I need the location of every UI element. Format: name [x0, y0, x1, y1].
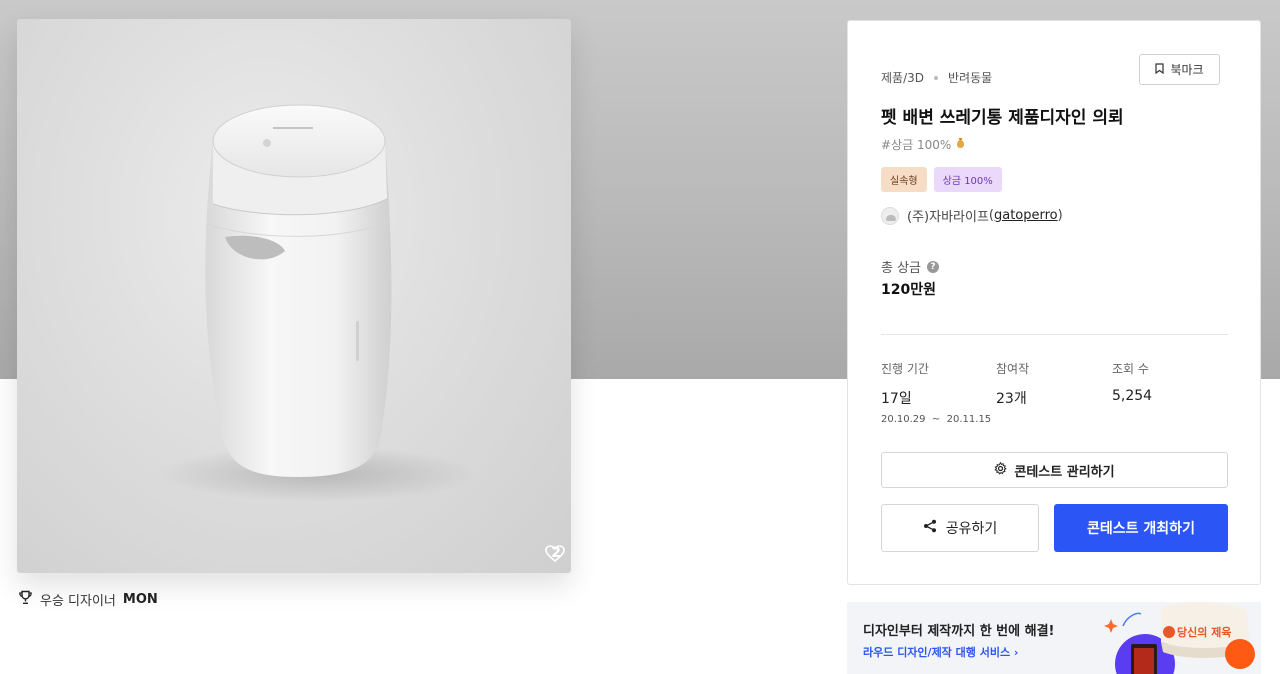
banner-art-text: 당신의 제육: [1177, 625, 1231, 639]
contest-title: 펫 배변 쓰레기통 제품디자인 의뢰: [881, 108, 1124, 128]
gear-icon: [994, 461, 1008, 479]
breadcrumb-separator: [934, 75, 938, 80]
host-company[interactable]: (주)자바라이프 (gatoperro): [881, 206, 1063, 225]
share-button[interactable]: 공유하기: [881, 504, 1039, 552]
stat-period-dates: 20.10.29 ~ 20.11.15: [881, 414, 991, 425]
breadcrumb: 제품/3D 반려동물: [881, 69, 992, 86]
badge-prize: 상금 100%: [933, 167, 1002, 192]
winner-name[interactable]: MON: [123, 592, 158, 607]
period-end: 20.11.15: [946, 414, 992, 425]
stat-views-value: 5,254: [1112, 388, 1153, 404]
banner-link-text: 라우드 디자인/제작 대행 서비스: [863, 646, 1011, 659]
help-icon[interactable]: ?: [927, 260, 940, 273]
banner-link[interactable]: 라우드 디자인/제작 대행 서비스 ›: [863, 644, 1018, 660]
hashtag[interactable]: #상금 100%: [881, 136, 966, 153]
share-icon: [923, 519, 937, 537]
badge-practical: 실속형: [881, 167, 927, 192]
divider: [881, 334, 1228, 335]
company-name: (주)자바라이프: [907, 210, 989, 225]
banner-headline: 디자인부터 제작까지 한 번에 해결!: [863, 624, 1055, 639]
contest-info-panel: 제품/3D 반려동물 북마크 펫 배변 쓰레기통 제품디자인 의뢰 #상금 10…: [847, 20, 1261, 585]
manage-contest-button[interactable]: 콘테스트 관리하기: [881, 452, 1228, 488]
stat-views-label: 조회 수: [1112, 362, 1149, 376]
winner-designer: 우승 디자이너 MON: [18, 590, 158, 609]
hashtag-text: #상금 100%: [881, 138, 952, 152]
period-start: 20.10.29: [881, 414, 926, 425]
stat-views: 조회 수 5,254: [1112, 360, 1152, 404]
bookmark-label: 북마크: [1170, 63, 1204, 77]
product-render: [157, 104, 477, 502]
avatar: [881, 206, 899, 225]
stat-entries-label: 참여작: [996, 362, 1030, 376]
chevron-right-icon: ›: [1013, 646, 1019, 659]
stat-period: 진행 기간 17일 20.10.29 ~ 20.11.15: [881, 360, 991, 425]
subcategory-link[interactable]: 반려동물: [948, 69, 992, 86]
host-contest-button[interactable]: 콘테스트 개최하기: [1054, 504, 1228, 552]
bookmark-button[interactable]: 북마크: [1139, 54, 1220, 85]
product-image[interactable]: 2: [17, 19, 571, 573]
stat-entries-value: 23개: [996, 391, 1027, 407]
company-handle[interactable]: gatoperro: [994, 208, 1058, 223]
category-link[interactable]: 제품/3D: [881, 69, 924, 86]
stat-period-value: 17일: [881, 391, 912, 407]
manage-contest-label: 콘테스트 관리하기: [1014, 464, 1115, 480]
money-bag-icon: [955, 137, 966, 152]
bookmark-icon: [1155, 62, 1165, 77]
period-separator: ~: [931, 414, 941, 425]
winner-label: 우승 디자이너: [40, 594, 116, 609]
like-button[interactable]: 2: [545, 545, 566, 563]
prize-label: 총 상금 ?: [881, 257, 940, 276]
banner-illustration: 당신의 제육: [1104, 602, 1255, 674]
trophy-icon: [18, 590, 33, 609]
stat-entries: 참여작 23개: [996, 360, 1029, 408]
badge-group: 실속형 상금 100%: [881, 167, 1002, 192]
stat-period-label: 진행 기간: [881, 362, 929, 376]
ad-banner[interactable]: 디자인부터 제작까지 한 번에 해결! 라우드 디자인/제작 대행 서비스 › …: [847, 602, 1261, 674]
share-label: 공유하기: [945, 521, 998, 537]
prize-value: 120만원: [881, 282, 936, 298]
prize-label-text: 총 상금: [881, 261, 922, 276]
